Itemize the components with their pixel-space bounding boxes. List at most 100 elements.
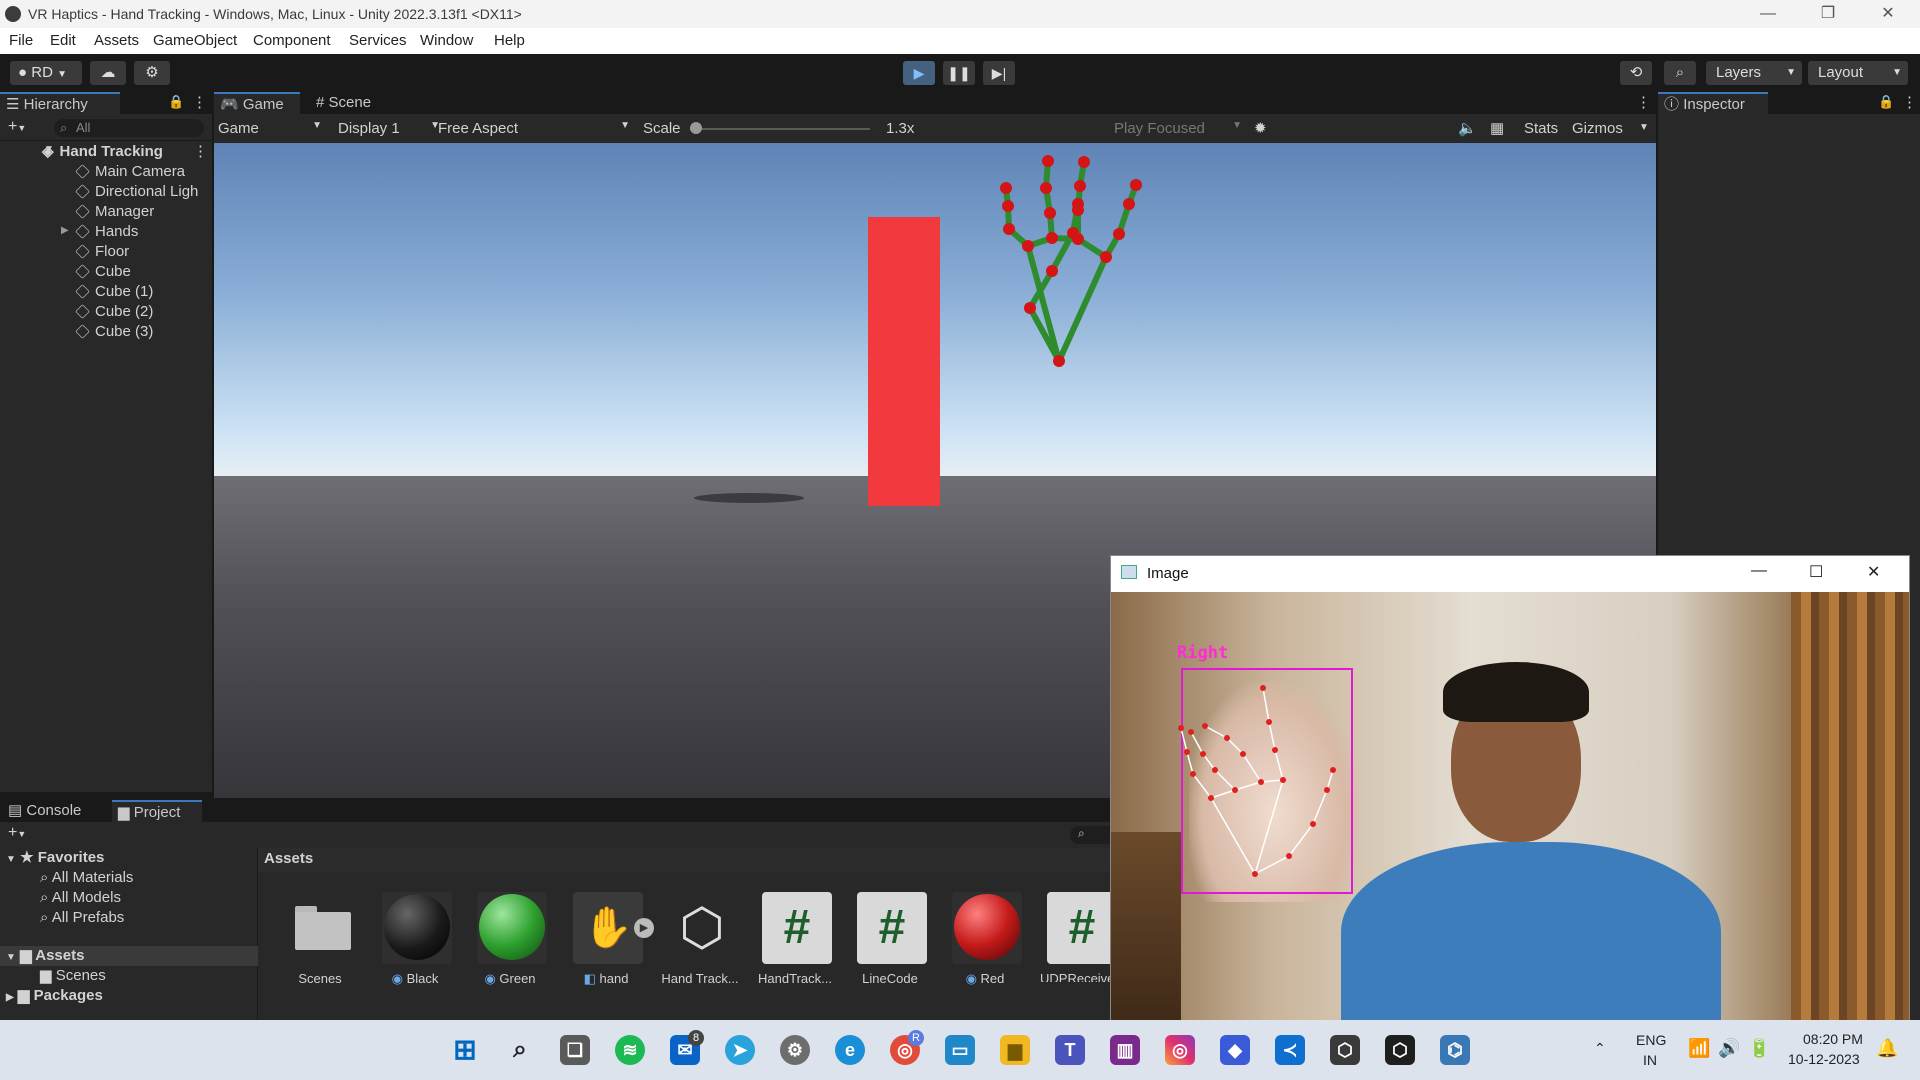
winrar-icon[interactable]: ▥ — [1110, 1035, 1140, 1065]
packages-row[interactable]: ▶ ▆ Packages — [6, 986, 103, 1006]
list-item[interactable]: Cube (1) — [75, 282, 153, 302]
menu-services[interactable]: Services — [349, 32, 407, 49]
instagram-icon[interactable]: ◎ — [1165, 1035, 1195, 1065]
list-item[interactable]: ⌕ All Materials — [40, 868, 133, 888]
windows-start-icon[interactable]: ⊞ — [450, 1035, 480, 1065]
search-icon[interactable]: ⌕ — [1664, 61, 1696, 85]
notification-bell-icon[interactable]: 🔔 — [1876, 1038, 1898, 1059]
menu-edit[interactable]: Edit — [50, 32, 76, 49]
play-button[interactable]: ▶ — [903, 61, 935, 85]
cloud-icon[interactable]: ☁ — [90, 61, 126, 85]
clock-date[interactable]: 10-12-2023 — [1788, 1051, 1860, 1067]
volume-icon[interactable]: 🔊 — [1718, 1038, 1740, 1059]
python-icon[interactable]: ⌬ — [1440, 1035, 1470, 1065]
list-item[interactable]: ▆ Scenes — [40, 966, 106, 986]
asset-hand[interactable]: ✋ ▶ ◧ hand — [566, 892, 654, 986]
close-button[interactable]: ✕ — [1860, 0, 1916, 28]
menu-gameobject[interactable]: GameObject — [153, 32, 237, 49]
language-code[interactable]: ENG — [1636, 1032, 1666, 1048]
vscode-icon[interactable]: ≺ — [1275, 1035, 1305, 1065]
layout-dropdown[interactable]: Layout ▼ — [1808, 61, 1908, 85]
unity-editor-icon[interactable]: ⬡ — [1385, 1035, 1415, 1065]
layers-dropdown[interactable]: Layers ▼ — [1706, 61, 1802, 85]
expand-arrow-icon[interactable]: ▶ — [61, 225, 69, 236]
asset-black[interactable]: ◉ Black — [375, 892, 455, 986]
menu-file[interactable]: File — [9, 32, 33, 49]
close-button[interactable]: ✕ — [1867, 562, 1880, 582]
hierarchy-search[interactable]: ⌕ All — [54, 119, 204, 137]
favorites-row[interactable]: ▼ ★ Favorites — [6, 848, 104, 868]
stats-button[interactable]: Stats — [1524, 120, 1558, 137]
chevron-up-icon[interactable]: ⌃ — [1594, 1040, 1606, 1057]
add-button[interactable]: +▼ — [8, 118, 26, 136]
asset-udpreceive-script[interactable]: # UDPReceive — [1040, 892, 1110, 982]
play-focused-dropdown[interactable]: Play Focused ▼ — [1114, 120, 1244, 137]
tab-inspector[interactable]: ⓘ Inspector — [1658, 92, 1768, 114]
teams-icon[interactable]: T — [1055, 1035, 1085, 1065]
keyboard-icon[interactable]: ▦ — [1490, 119, 1504, 137]
list-item[interactable]: Floor — [75, 242, 129, 262]
breadcrumb-assets[interactable]: Assets — [264, 850, 313, 867]
speaker-icon[interactable]: 🔈 — [1458, 119, 1477, 137]
tab-project[interactable]: ▆ Project — [112, 800, 202, 822]
list-item[interactable]: Hands — [75, 222, 138, 242]
project-search[interactable]: ⌕ — [1070, 826, 1112, 844]
language-region[interactable]: IN — [1643, 1052, 1657, 1068]
kebab-menu-icon[interactable]: ⋮ — [1902, 93, 1917, 111]
spotify-icon[interactable]: ≋ — [615, 1035, 645, 1065]
maximize-button[interactable]: ☐ — [1809, 562, 1823, 582]
menu-assets[interactable]: Assets — [94, 32, 139, 49]
history-icon[interactable]: ⟲ — [1620, 61, 1652, 85]
asset-handtrack-script[interactable]: # HandTrack... — [755, 892, 835, 986]
settings-gear-icon[interactable]: ⚙ — [780, 1035, 810, 1065]
tab-scene[interactable]: # Scene — [310, 92, 400, 114]
tab-console[interactable]: ▤ Console — [2, 800, 102, 822]
list-item[interactable]: ⌕ All Prefabs — [40, 908, 124, 928]
wifi-icon[interactable]: 📶 — [1688, 1038, 1710, 1059]
telegram-icon[interactable]: ➤ — [725, 1035, 755, 1065]
kebab-menu-icon[interactable]: ⋮ — [1636, 93, 1651, 111]
list-item[interactable]: Main Camera — [75, 162, 185, 182]
scale-slider-handle[interactable] — [690, 122, 702, 134]
lock-icon[interactable]: 🔒 — [1878, 94, 1894, 110]
restore-button[interactable]: ❐ — [1800, 0, 1856, 28]
expand-arrow-icon[interactable]: ▼ — [44, 144, 54, 155]
chevron-down-icon[interactable]: ▼ — [1639, 122, 1649, 133]
bug-icon[interactable]: ✹ — [1254, 119, 1267, 137]
minimize-button[interactable]: — — [1740, 0, 1796, 28]
asset-linecode-script[interactable]: # LineCode — [850, 892, 930, 986]
list-item[interactable]: ⌕ All Models — [40, 888, 121, 908]
account-button[interactable]: ● RD ▼ — [10, 61, 82, 85]
aspect-dropdown[interactable]: Free Aspect ▼ — [438, 120, 632, 137]
scale-slider[interactable] — [690, 128, 870, 130]
play-icon[interactable]: ▶ — [634, 918, 654, 938]
pause-button[interactable]: ❚❚ — [943, 61, 975, 85]
search-icon[interactable]: ⌕ — [505, 1035, 535, 1065]
asset-hand-tracking-scene[interactable]: ⬡ Hand Track... — [660, 892, 740, 986]
assets-row[interactable]: ▼ ▆ Assets — [0, 946, 258, 966]
asset-scenes[interactable]: Scenes — [280, 892, 360, 986]
copilot-icon[interactable]: ◆ — [1220, 1035, 1250, 1065]
task-view-icon[interactable]: ❏ — [560, 1035, 590, 1065]
list-item[interactable]: Manager — [75, 202, 154, 222]
display-dropdown[interactable]: Display 1 ▼ — [338, 120, 442, 137]
list-item[interactable]: Cube (3) — [75, 322, 153, 342]
tab-game[interactable]: 🎮 Game — [214, 92, 300, 114]
add-button[interactable]: +▼ — [8, 824, 26, 842]
scene-row[interactable]: ◈ Hand Tracking — [42, 142, 163, 162]
list-item[interactable]: Cube — [75, 262, 131, 282]
menu-help[interactable]: Help — [494, 32, 525, 49]
tab-hierarchy[interactable]: ☰ Hierarchy — [0, 92, 120, 114]
step-button[interactable]: ▶| — [983, 61, 1015, 85]
asset-green[interactable]: ◉ Green — [470, 892, 550, 986]
gizmos-button[interactable]: Gizmos — [1572, 120, 1623, 137]
battery-icon[interactable]: 🔋 — [1748, 1038, 1770, 1059]
menu-component[interactable]: Component — [253, 32, 331, 49]
menu-window[interactable]: Window — [420, 32, 473, 49]
asset-red[interactable]: ◉ Red — [945, 892, 1025, 986]
file-explorer-icon[interactable]: ▆ — [1000, 1035, 1030, 1065]
lock-icon[interactable]: 🔒 — [168, 94, 184, 110]
kebab-menu-icon[interactable]: ⋮ — [193, 142, 208, 160]
minimize-button[interactable]: — — [1751, 562, 1767, 580]
remote-desktop-icon[interactable]: ▭ — [945, 1035, 975, 1065]
